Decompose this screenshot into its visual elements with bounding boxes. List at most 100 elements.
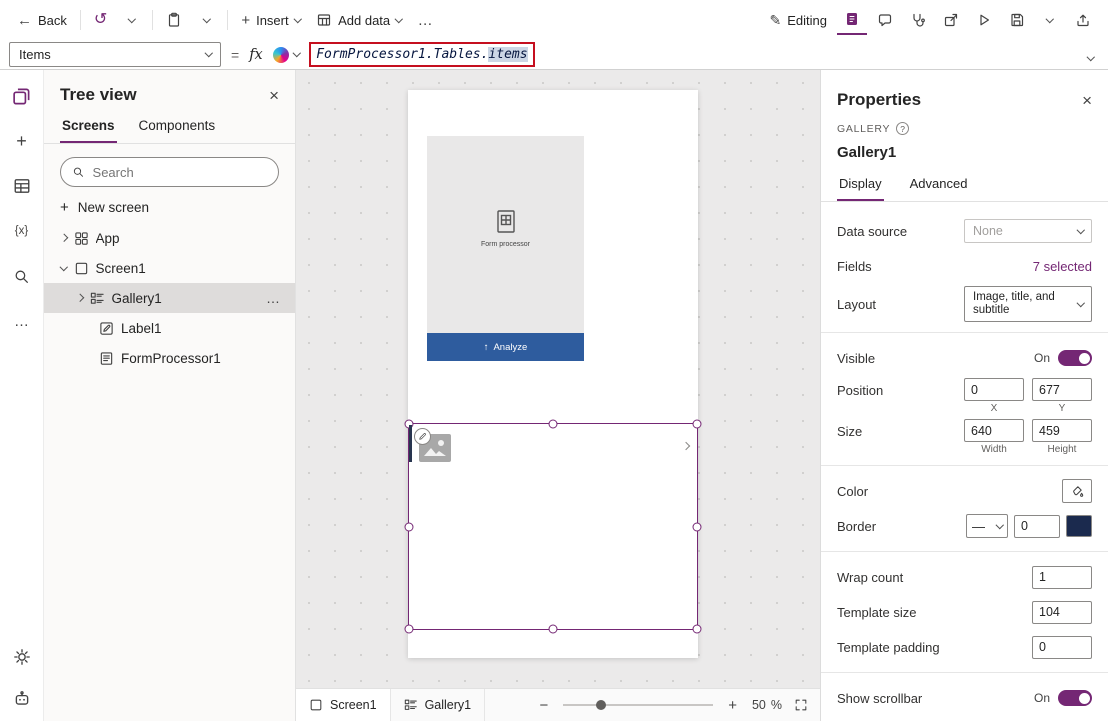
- color-picker-button[interactable]: [1062, 479, 1092, 503]
- editing-mode-button[interactable]: ✎ Editing: [763, 5, 834, 35]
- paste-options-chevron[interactable]: [191, 5, 221, 35]
- zoom-out-button[interactable]: −: [536, 697, 551, 714]
- chevron-down-icon[interactable]: [60, 263, 68, 271]
- tree-search-box: [60, 157, 279, 187]
- tree-view-close-button[interactable]: ×: [269, 87, 279, 104]
- template-size-input[interactable]: [1032, 601, 1092, 624]
- tree-item-more-button[interactable]: …: [262, 290, 285, 306]
- canvas-workspace[interactable]: Form processor ↑ Analyze: [296, 70, 820, 721]
- data-source-select[interactable]: None: [964, 219, 1092, 243]
- share-button[interactable]: [936, 5, 966, 35]
- tab-screens[interactable]: Screens: [60, 114, 117, 143]
- save-options-chevron[interactable]: [1035, 5, 1065, 35]
- border-color-swatch[interactable]: [1066, 515, 1092, 537]
- undo-button[interactable]: ↺: [87, 5, 114, 35]
- zoom-slider-knob[interactable]: [596, 700, 606, 710]
- rail-data-button[interactable]: [11, 176, 33, 196]
- data-table-icon: [13, 177, 31, 195]
- footer-screen-label: Screen1: [330, 698, 377, 712]
- rail-bottom-group: [11, 647, 33, 709]
- tree-view-tabs: Screens Components: [44, 114, 295, 144]
- resize-handle-se[interactable]: [693, 625, 702, 634]
- undo-options-chevron[interactable]: [116, 5, 146, 35]
- tab-advanced[interactable]: Advanced: [908, 171, 970, 201]
- position-y-input[interactable]: [1032, 378, 1092, 401]
- chevron-right-icon[interactable]: [76, 294, 84, 302]
- gallery-next-arrow-icon[interactable]: [682, 442, 690, 450]
- copilot-button[interactable]: [273, 47, 300, 63]
- property-selector[interactable]: Items: [9, 42, 221, 67]
- help-icon[interactable]: ?: [896, 122, 909, 135]
- rail-bot-button[interactable]: [11, 689, 33, 709]
- wrap-count-input[interactable]: [1032, 566, 1092, 589]
- rail-insert-button[interactable]: +: [11, 131, 33, 151]
- tree-search-input[interactable]: [93, 165, 267, 180]
- border-width-input[interactable]: [1014, 515, 1060, 538]
- resize-handle-ne[interactable]: [693, 420, 702, 429]
- show-scrollbar-toggle[interactable]: [1058, 690, 1092, 706]
- tree-rows: App Screen1 Gallery1 …: [44, 223, 295, 373]
- layout-label: Layout: [837, 297, 876, 312]
- template-padding-input[interactable]: [1032, 636, 1092, 659]
- visible-toggle[interactable]: [1058, 350, 1092, 366]
- form-processor-control[interactable]: Form processor ↑ Analyze: [427, 136, 584, 361]
- more-commands-button[interactable]: …: [411, 5, 440, 35]
- preview-button[interactable]: [969, 5, 999, 35]
- properties-close-button[interactable]: ×: [1082, 92, 1092, 109]
- layout-select[interactable]: Image, title, and subtitle: [964, 286, 1092, 322]
- gallery-control-selected[interactable]: [408, 423, 698, 630]
- gallery-edit-button[interactable]: [414, 428, 431, 445]
- position-x-input[interactable]: [964, 378, 1024, 401]
- resize-handle-sw[interactable]: [405, 625, 414, 634]
- border-style-select[interactable]: —: [966, 514, 1008, 538]
- new-screen-button[interactable]: + New screen: [44, 190, 295, 223]
- insert-chevron-icon: [293, 15, 301, 23]
- resize-handle-n[interactable]: [549, 420, 558, 429]
- resize-handle-s[interactable]: [549, 625, 558, 634]
- resize-handle-e[interactable]: [693, 522, 702, 531]
- app-checker-button[interactable]: [903, 5, 933, 35]
- publish-button[interactable]: [1068, 5, 1098, 35]
- formula-input[interactable]: FormProcessor1.Tables.items: [316, 47, 527, 62]
- control-type-row: GALLERY ?: [837, 122, 1092, 135]
- add-data-button[interactable]: Add data: [309, 5, 409, 35]
- tree-view-panel: Tree view × Screens Components + New scr…: [44, 70, 296, 721]
- footer-tab-screen1[interactable]: Screen1: [296, 689, 391, 721]
- fit-to-screen-icon[interactable]: [794, 698, 808, 712]
- tab-components[interactable]: Components: [137, 114, 218, 143]
- tab-display[interactable]: Display: [837, 171, 884, 201]
- rail-search-button[interactable]: [11, 266, 33, 286]
- insert-button[interactable]: + Insert: [234, 5, 307, 35]
- formula-bar-expand-button[interactable]: [1082, 47, 1100, 62]
- comments-button[interactable]: [870, 5, 900, 35]
- save-icon: [1009, 12, 1025, 28]
- size-row: Size Width Height: [837, 419, 1092, 455]
- tree-item-label1[interactable]: Label1: [44, 313, 295, 343]
- section-divider: [821, 465, 1108, 466]
- chevron-right-icon[interactable]: [60, 234, 68, 242]
- app-notebook-button[interactable]: [837, 5, 867, 35]
- tree-item-gallery1[interactable]: Gallery1 …: [44, 283, 295, 313]
- tree-item-formprocessor1[interactable]: FormProcessor1: [44, 343, 295, 373]
- save-button[interactable]: [1002, 5, 1032, 35]
- paste-button[interactable]: [159, 5, 189, 35]
- analyze-button[interactable]: ↑ Analyze: [427, 333, 584, 361]
- template-padding-row: Template padding: [837, 632, 1092, 662]
- rail-more-button[interactable]: …: [11, 311, 33, 331]
- size-height-caption: Height: [1032, 444, 1092, 455]
- back-button[interactable]: ← Back: [10, 5, 74, 35]
- resize-handle-w[interactable]: [405, 522, 414, 531]
- rail-variables-button[interactable]: {x}: [11, 221, 33, 241]
- zoom-slider[interactable]: [563, 704, 713, 706]
- size-width-input[interactable]: [964, 419, 1024, 442]
- rail-settings-button[interactable]: [11, 647, 33, 667]
- zoom-level: 50 %: [752, 698, 782, 712]
- tree-item-screen1[interactable]: Screen1: [44, 253, 295, 283]
- fields-edit-link[interactable]: 7 selected: [1033, 259, 1092, 274]
- size-height-input[interactable]: [1032, 419, 1092, 442]
- zoom-in-button[interactable]: +: [725, 697, 740, 714]
- footer-tab-gallery1[interactable]: Gallery1: [391, 689, 486, 721]
- plus-icon: +: [16, 132, 27, 150]
- tree-item-app[interactable]: App: [44, 223, 295, 253]
- rail-tree-view-button[interactable]: [11, 86, 33, 106]
